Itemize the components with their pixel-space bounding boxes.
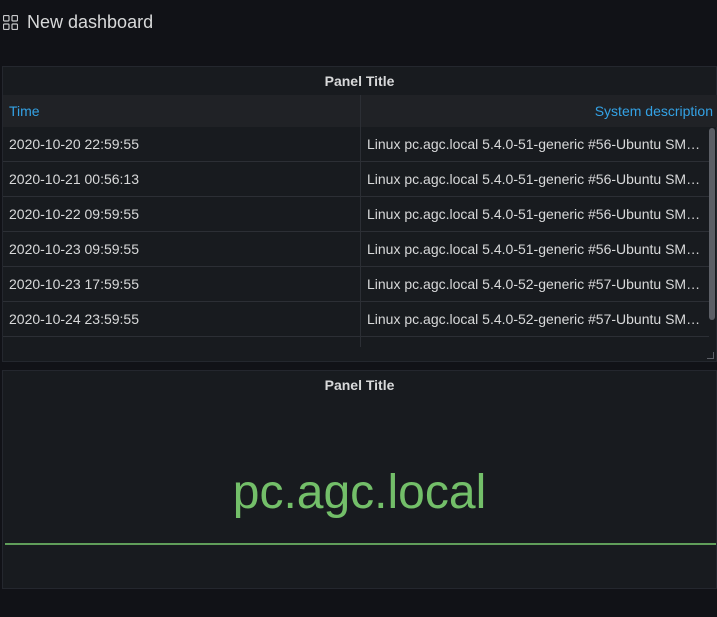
cell-system-description: Linux pc.agc.local 5.4.0-51-generic #56-… [367,136,709,152]
table-row: 2020-10-23 09:59:55 Linux pc.agc.local 5… [3,232,709,267]
table-row: 2020-10-22 09:59:55 Linux pc.agc.local 5… [3,197,709,232]
table-panel-title[interactable]: Panel Title [3,73,716,89]
table-row: 2020-10-21 00:56:13 Linux pc.agc.local 5… [3,162,709,197]
cell-time: 2020-10-22 09:59:55 [3,197,361,231]
stat-panel-title[interactable]: Panel Title [3,377,716,393]
table-body: 2020-10-20 22:59:55 Linux pc.agc.local 5… [3,127,709,347]
cell-system-description: Linux pc.agc.local 5.4.0-51-generic #56-… [367,171,709,187]
table-panel: Panel Title Time System description 2020… [2,66,717,362]
cell-system-description: Linux pc.agc.local 5.4.0-51-generic #56-… [367,206,709,222]
cell-time: 2020-10-25 23:59:55 [3,337,361,347]
table-row: 2020-10-25 23:59:55 Linux pc.agc.local 5… [3,337,709,347]
column-header-system-description[interactable]: System description [361,95,717,127]
cell-time: 2020-10-23 09:59:55 [3,232,361,266]
table-row: 2020-10-20 22:59:55 Linux pc.agc.local 5… [3,127,709,162]
panel-resize-handle[interactable] [707,352,714,359]
table-row: 2020-10-24 23:59:55 Linux pc.agc.local 5… [3,302,709,337]
cell-time: 2020-10-20 22:59:55 [3,127,361,161]
cell-system-description: Linux pc.agc.local 5.4.0-52-generic #57-… [367,311,709,327]
cell-time: 2020-10-21 00:56:13 [3,162,361,196]
dashboard-header: New dashboard [0,0,717,46]
dashboard-title[interactable]: New dashboard [27,12,153,33]
cell-system-description: Linux pc.agc.local 5.4.0-52-generic #57-… [367,276,709,292]
table-row: 2020-10-23 17:59:55 Linux pc.agc.local 5… [3,267,709,302]
cell-time: 2020-10-24 23:59:55 [3,302,361,336]
table-header: Time System description [3,95,717,127]
column-header-time[interactable]: Time [3,95,361,127]
stat-panel: Panel Title pc.agc.local [2,370,717,589]
table-scrollbar[interactable] [709,128,715,320]
stat-value: pc.agc.local [232,466,487,519]
cell-time: 2020-10-23 17:59:55 [3,267,361,301]
data-table: Time System description 2020-10-20 22:59… [3,95,717,357]
grid-icon[interactable] [3,15,18,30]
cell-system-description: Linux pc.agc.local 5.4.0-51-generic #56-… [367,241,709,257]
cell-system-description: Linux pc.agc.local 5.4.0-52-generic #57-… [361,337,709,347]
stat-sparkline [5,543,716,545]
